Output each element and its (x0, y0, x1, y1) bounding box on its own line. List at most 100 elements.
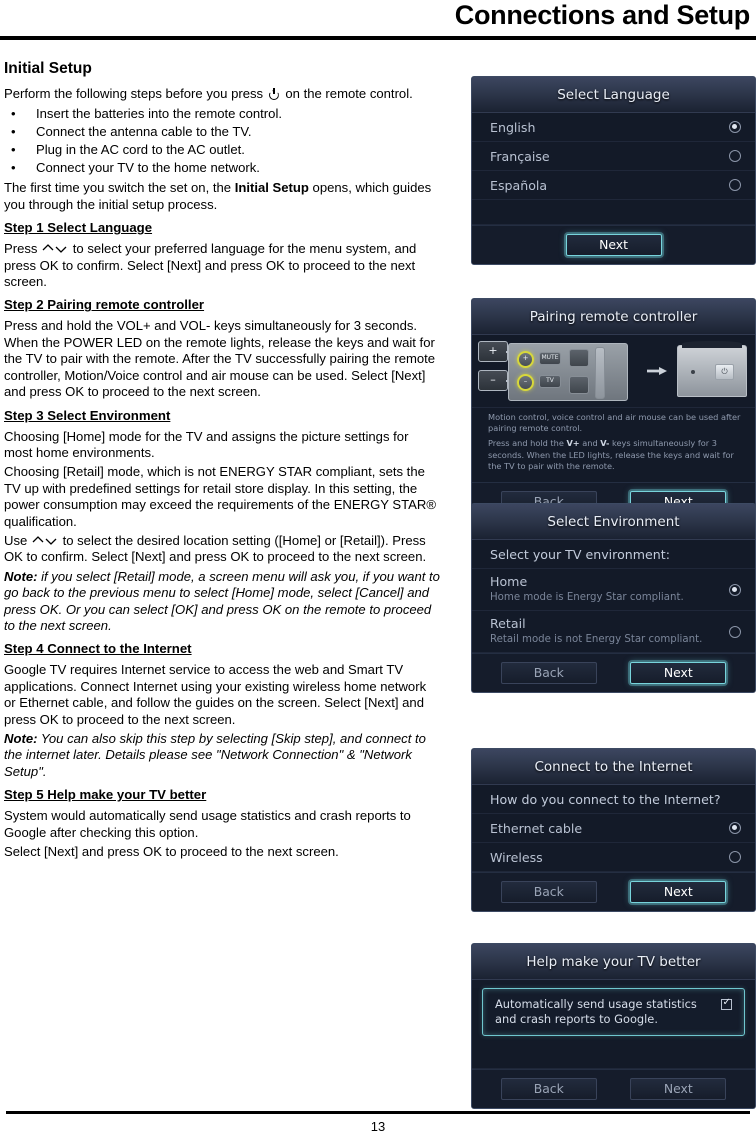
arrow-right-icon (647, 367, 667, 375)
screen-help-make-tv-better: Help make your TV better Automatically s… (471, 943, 756, 1109)
plus-callout: + (478, 341, 508, 362)
step-3-body-1: Choosing [Home] mode for the TV and assi… (4, 428, 409, 460)
step-1-heading: Step 1 Select Language (4, 220, 153, 236)
radio-icon[interactable] (729, 179, 741, 191)
option-sublabel: Home mode is Energy Star compliant. (490, 591, 684, 603)
radio-icon-selected[interactable] (729, 822, 741, 834)
tv-key: TV (539, 375, 561, 388)
panel-title: Pairing remote controller (472, 299, 755, 335)
intro-p2-before: The first time you switch the set on, th… (4, 180, 235, 196)
option-row-ethernet[interactable]: Ethernet cable (472, 814, 755, 843)
screen-connect-internet: Connect to the Internet How do you conne… (471, 748, 756, 912)
note-label: Note: (4, 731, 38, 747)
pair-l2-p2: and (579, 438, 601, 449)
option-row-espanola[interactable]: Española (472, 171, 755, 200)
prerequisite-list: Insert the batteries into the remote con… (4, 105, 440, 177)
document-text-column: Initial Setup Perform the following step… (4, 60, 440, 863)
step-3-heading: Step 3 Select Environment (4, 407, 171, 423)
option-label: Wireless (490, 849, 543, 865)
note-text: if you select [Retail] mode, a screen me… (4, 568, 440, 633)
pairing-info-line-2: Press and hold the V+ and V- keys simult… (488, 438, 741, 472)
tv-led-icon (691, 370, 695, 374)
radio-icon[interactable] (729, 150, 741, 162)
step-3-body3-before: Use (4, 532, 28, 548)
panel-footer: Back Next (472, 872, 755, 911)
step-5-heading: Step 5 Help make your TV better (4, 787, 207, 803)
screen-select-environment: Select Environment Select your TV enviro… (471, 503, 756, 693)
empty-row (472, 200, 755, 225)
intro-p2-bold: Initial Setup (234, 180, 309, 196)
usage-statistics-checkbox-row[interactable]: Automatically send usage statistics and … (482, 988, 745, 1036)
intro-paragraph-2: The first time you switch the set on, th… (4, 180, 440, 213)
pair-key-vol-up: V+ (566, 438, 580, 449)
volume-up-symbol: + (522, 354, 529, 362)
next-button[interactable]: Next (565, 234, 662, 256)
next-button[interactable]: Next (630, 662, 727, 684)
radio-icon-selected[interactable] (729, 121, 741, 133)
step-2-body: Press and hold the VOL+ and VOL- keys si… (4, 318, 436, 400)
back-button[interactable]: Back (500, 662, 597, 684)
list-item: Insert the batteries into the remote con… (4, 105, 440, 123)
page-number: 13 (370, 1119, 386, 1134)
up-down-arrow-icon (42, 243, 68, 254)
environment-prompt: Select your TV environment: (472, 540, 755, 569)
panel-title: Help make your TV better (472, 944, 755, 980)
step-3-note: Note: if you select [Retail] mode, a scr… (4, 569, 440, 635)
note-label: Note: (4, 568, 38, 584)
option-row-retail[interactable]: Retail Retail mode is not Energy Star co… (472, 611, 755, 653)
up-down-arrow-icon (32, 535, 58, 546)
pairing-illustration: + – + – MUTE TV ⏻ (472, 335, 755, 408)
radio-icon-selected[interactable] (729, 583, 741, 596)
pair-l2-p1: Press and hold the (488, 438, 567, 449)
mute-key: MUTE (539, 352, 561, 365)
volume-down-symbol: – (523, 377, 528, 385)
panel-footer: Back Next (472, 653, 755, 692)
remote-side-strip (595, 347, 605, 399)
option-label: Française (490, 148, 550, 164)
next-button[interactable]: Next (630, 1078, 727, 1100)
panel-title: Connect to the Internet (472, 749, 755, 785)
step-4-heading: Step 4 Connect to the Internet (4, 641, 192, 657)
step-5-body-1: System would automatically send usage st… (4, 808, 411, 840)
pairing-instructions: Motion control, voice control and air mo… (472, 408, 755, 483)
option-label: Española (490, 177, 548, 193)
volume-down-key: – (517, 374, 534, 391)
intro-p1-before: Perform the following steps before you p… (4, 86, 264, 102)
back-button[interactable]: Back (500, 881, 597, 903)
power-icon (269, 88, 280, 99)
tv-illustration: ⏻ (677, 341, 747, 397)
page-header: Connections and Setup (0, 0, 756, 40)
back-button[interactable]: Back (500, 1078, 597, 1100)
step-4-body: Google TV requires Internet service to a… (4, 662, 427, 727)
list-item: Connect the antenna cable to the TV. (4, 123, 440, 141)
page-footer: 13 (0, 1103, 756, 1147)
option-row-wireless[interactable]: Wireless (472, 843, 755, 872)
panel-body: Automatically send usage statistics and … (472, 988, 755, 1069)
screen-select-language: Select Language English Française Españo… (471, 76, 756, 265)
empty-row (472, 1044, 755, 1069)
tv-power-button-icon: ⏻ (715, 364, 734, 380)
step-5-body-2: Select [Next] and press OK to proceed to… (4, 844, 339, 860)
option-row-francaise[interactable]: Française (472, 142, 755, 171)
checkbox-label: Automatically send usage statistics and … (495, 997, 697, 1026)
panel-body: English Française Española (472, 113, 755, 225)
panel-title: Select Environment (472, 504, 755, 540)
checkbox-icon-checked[interactable] (721, 997, 732, 1010)
panel-footer: Next (472, 225, 755, 264)
option-label: Home (490, 574, 528, 590)
up-arrow-key (569, 349, 589, 367)
list-item: Connect your TV to the home network. (4, 159, 440, 177)
step-3-body-3: Use to select the desired location setti… (4, 533, 440, 566)
section-title: Initial Setup (4, 60, 92, 77)
minus-callout: – (478, 370, 508, 391)
option-row-home[interactable]: Home Home mode is Energy Star compliant. (472, 569, 755, 611)
screen-pairing-remote: Pairing remote controller + – + – MUTE T… (471, 298, 756, 523)
option-label: English (490, 119, 536, 135)
option-row-english[interactable]: English (472, 113, 755, 142)
next-button[interactable]: Next (630, 881, 727, 903)
step-1-body-before: Press (4, 241, 38, 257)
option-label-group: Home Home mode is Energy Star compliant. (490, 574, 684, 603)
radio-icon[interactable] (729, 851, 741, 863)
option-sublabel: Retail mode is not Energy Star compliant… (490, 633, 703, 645)
radio-icon[interactable] (729, 625, 741, 638)
